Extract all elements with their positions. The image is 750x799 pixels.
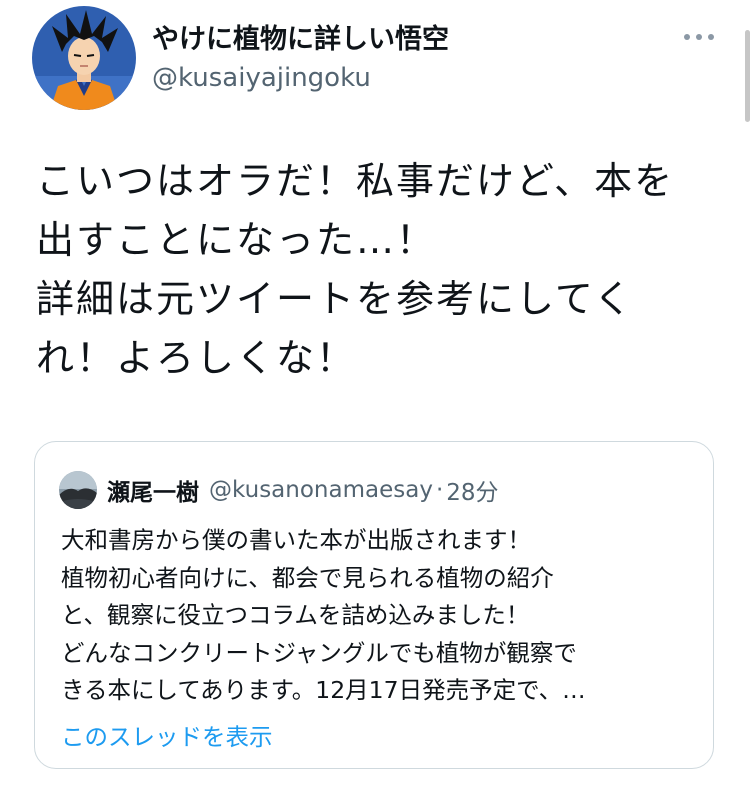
tweet-text: こいつはオラだ！私事だけど、本を 出すことになった…！ 詳細は元ツイートを参考に… bbox=[36, 152, 716, 388]
header-separator: · bbox=[435, 477, 444, 503]
quoted-tweet-header: 瀬尾一樹 @kusanonamaesay · 28分 bbox=[59, 470, 499, 510]
quoted-author-avatar[interactable] bbox=[59, 471, 97, 509]
tweet-text-line: 詳細は元ツイートを参考にしてく bbox=[36, 277, 634, 321]
quoted-tweet-timestamp[interactable]: 28分 bbox=[446, 473, 498, 507]
scrollbar-thumb[interactable] bbox=[745, 30, 750, 122]
tweet-text-line: 出すことになった…！ bbox=[36, 218, 437, 262]
author-handle[interactable]: @kusaiyajingoku bbox=[152, 60, 449, 96]
show-thread-link[interactable]: このスレッドを表示 bbox=[61, 719, 273, 755]
more-horizontal-icon[interactable] bbox=[684, 29, 714, 45]
tweet-card: やけに植物に詳しい悟空 @kusaiyajingoku こいつはオラだ！私事だけ… bbox=[0, 0, 750, 799]
quoted-text-line: 植物初心者向けに、都会で見られる植物の紹介 bbox=[61, 563, 554, 592]
author-info: やけに植物に詳しい悟空 @kusaiyajingoku bbox=[152, 22, 449, 96]
author-avatar[interactable] bbox=[32, 6, 136, 110]
quoted-text-line: と、観察に役立つコラムを詰め込みました！ bbox=[61, 601, 530, 629]
quoted-author-handle[interactable]: @kusanonamaesay bbox=[209, 477, 433, 503]
quoted-text-line: どんなコンクリートジャングルでも植物が観察で bbox=[61, 638, 577, 667]
tweet-text-line: れ！よろしくな！ bbox=[36, 336, 357, 380]
more-dot bbox=[708, 34, 714, 40]
quoted-author-display-name[interactable]: 瀬尾一樹 bbox=[107, 473, 199, 507]
quoted-tweet[interactable]: 瀬尾一樹 @kusanonamaesay · 28分 大和書房から僕の書いた本が… bbox=[34, 441, 714, 769]
quoted-text-line: 大和書房から僕の書いた本が出版されます！ bbox=[61, 526, 531, 554]
quoted-tweet-text: 大和書房から僕の書いた本が出版されます！ 植物初心者向けに、都会で見られる植物の… bbox=[61, 522, 701, 710]
more-dot bbox=[684, 34, 690, 40]
quoted-text-line: きる本にしてあります。12月17日発売予定で、… bbox=[61, 676, 586, 704]
more-dot bbox=[696, 34, 702, 40]
tweet-text-line: こいつはオラだ！私事だけど、本を bbox=[36, 159, 675, 203]
author-display-name[interactable]: やけに植物に詳しい悟空 bbox=[152, 22, 449, 58]
